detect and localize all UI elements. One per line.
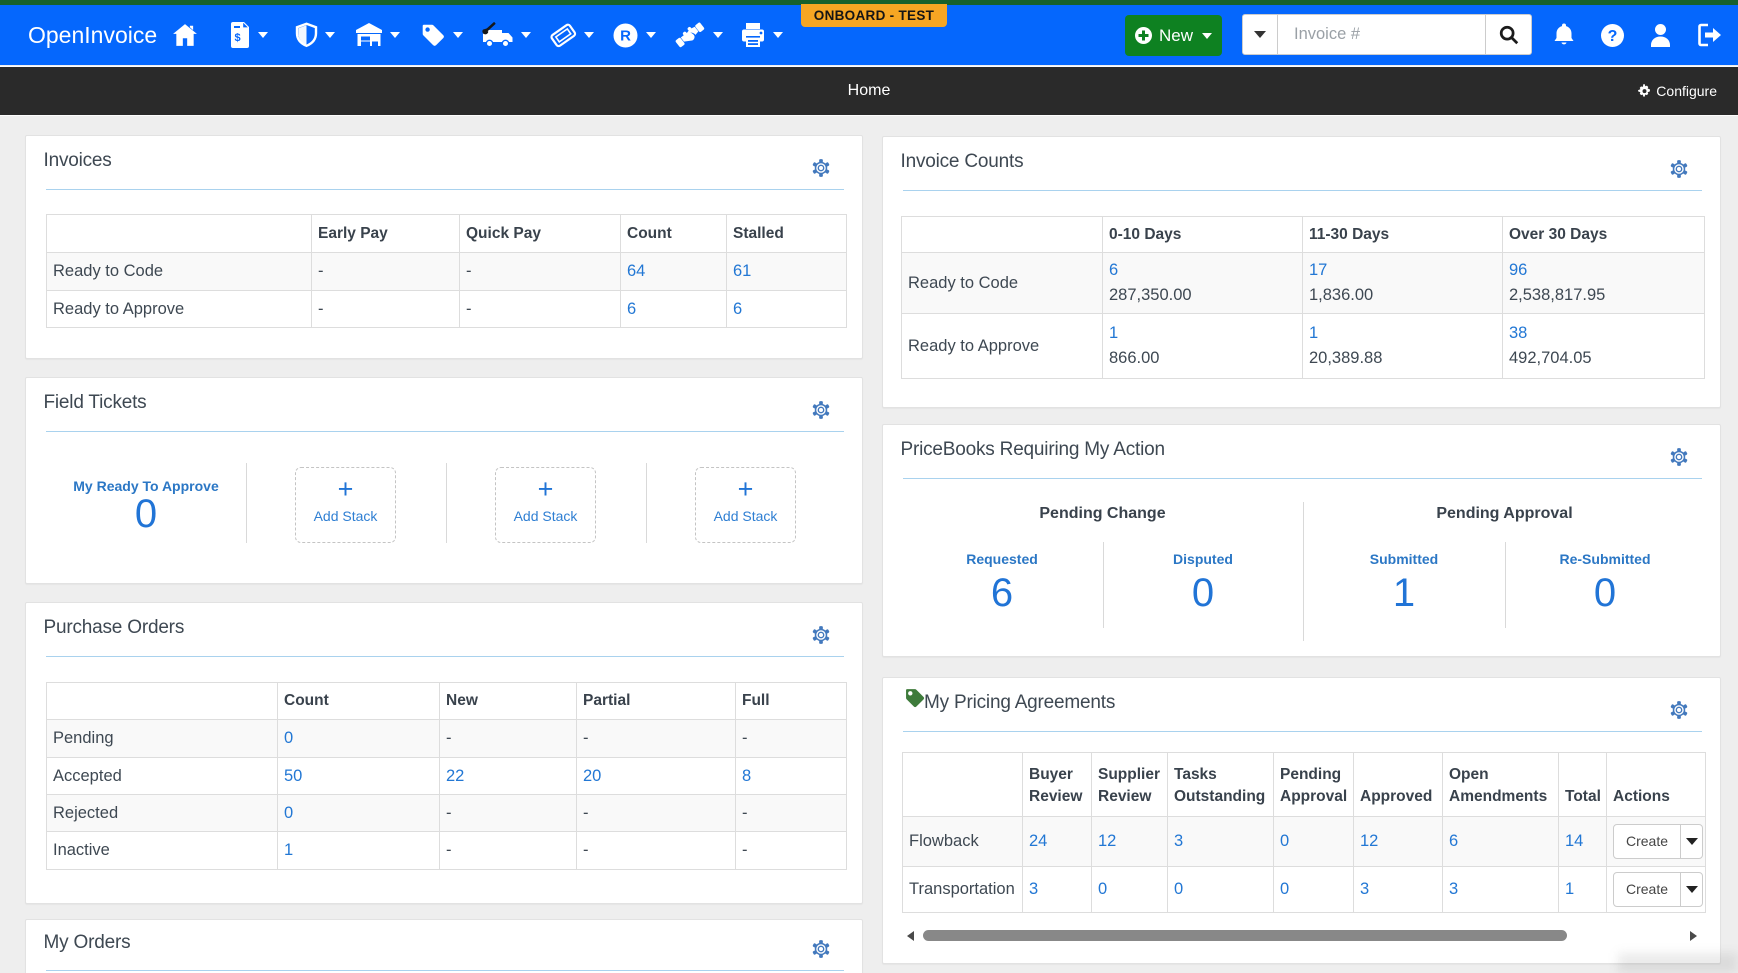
svg-text:$: $ (234, 32, 240, 44)
svg-text:?: ? (1608, 28, 1618, 45)
svg-text:R: R (620, 27, 631, 44)
